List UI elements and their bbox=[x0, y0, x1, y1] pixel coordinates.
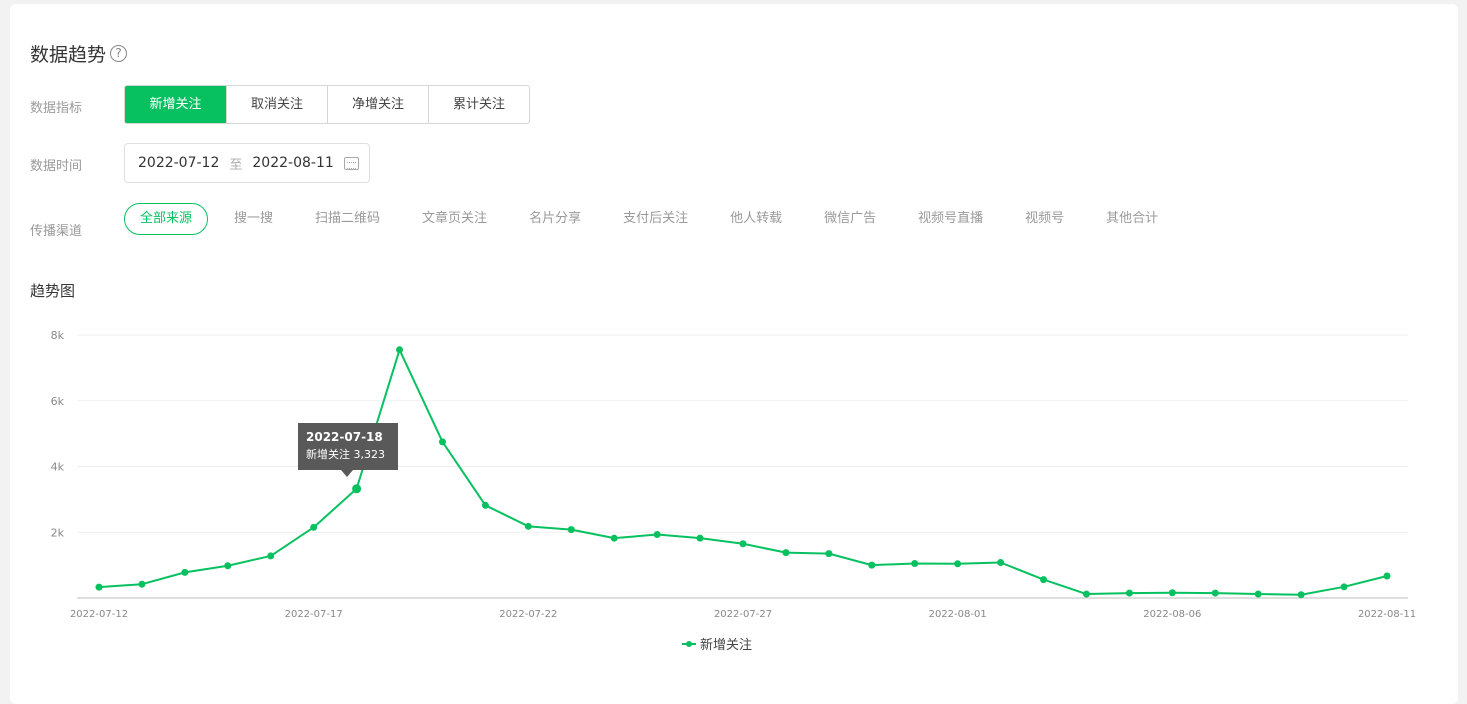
data-point bbox=[1297, 591, 1305, 599]
y-tick-label: 2k bbox=[51, 526, 65, 539]
data-point bbox=[653, 531, 661, 539]
data-point bbox=[181, 568, 189, 576]
x-tick-label: 2022-07-22 bbox=[499, 609, 557, 620]
legend-label: 新增关注 bbox=[700, 638, 753, 653]
data-point bbox=[481, 501, 489, 509]
data-point bbox=[997, 558, 1005, 566]
data-point bbox=[911, 559, 919, 567]
series-line bbox=[98, 348, 1388, 596]
x-tick-label: 2022-07-17 bbox=[285, 609, 343, 620]
chart-tooltip: 2022-07-18 新增关注 3,323 bbox=[298, 423, 398, 477]
data-point bbox=[868, 561, 876, 569]
data-point bbox=[1040, 576, 1048, 584]
x-tick-label: 2022-07-12 bbox=[70, 609, 128, 620]
data-point bbox=[1340, 583, 1348, 591]
data-point bbox=[396, 346, 404, 354]
data-point bbox=[310, 523, 318, 531]
data-point bbox=[1082, 590, 1090, 598]
data-point bbox=[95, 583, 103, 591]
y-tick-label: 8k bbox=[51, 329, 65, 342]
data-point bbox=[1168, 589, 1176, 597]
data-point bbox=[954, 560, 962, 568]
tooltip-number: 3,323 bbox=[353, 448, 386, 461]
legend-line-icon bbox=[682, 640, 696, 648]
data-point bbox=[1383, 572, 1391, 580]
data-point bbox=[352, 484, 362, 494]
y-tick-label: 4k bbox=[51, 461, 65, 474]
data-point bbox=[524, 522, 532, 530]
tooltip-date: 2022-07-18 bbox=[306, 430, 383, 444]
data-point bbox=[739, 540, 747, 548]
trend-line-chart: 2k 4k 6k 8k 2022-07-12 2022-07-17 2022-07-22 20… bbox=[51, 329, 1416, 620]
chart-legend[interactable]: 新增关注 bbox=[682, 634, 752, 653]
data-point bbox=[1254, 590, 1262, 598]
y-tick-label: 6k bbox=[51, 395, 65, 408]
x-tick-label: 2022-08-06 bbox=[1143, 609, 1201, 620]
data-point bbox=[567, 526, 575, 534]
data-point bbox=[438, 438, 446, 446]
data-point bbox=[224, 562, 232, 570]
data-point bbox=[267, 552, 275, 560]
data-point bbox=[610, 534, 618, 542]
tooltip-value: 新增关注 3,323 bbox=[306, 446, 390, 462]
data-point bbox=[696, 534, 704, 542]
data-point bbox=[825, 550, 833, 558]
x-tick-label: 2022-08-01 bbox=[929, 609, 987, 620]
tooltip-series: 新增关注 bbox=[306, 448, 350, 461]
data-point bbox=[1211, 589, 1219, 597]
data-point bbox=[1125, 589, 1133, 597]
x-tick-label: 2022-07-27 bbox=[714, 609, 772, 620]
x-tick-label: 2022-08-11 bbox=[1358, 609, 1416, 620]
data-point bbox=[138, 580, 146, 588]
data-point bbox=[782, 549, 790, 557]
